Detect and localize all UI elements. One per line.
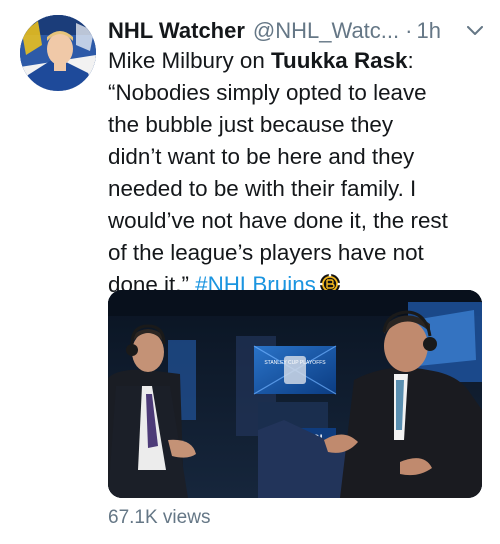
tweet-line: the bubble just because they <box>108 112 394 137</box>
view-count: 67.1K views <box>108 507 211 528</box>
video-media[interactable]: STANLEY CUP PLAYOFFS FOX BL <box>108 290 482 498</box>
chevron-down-icon[interactable] <box>464 20 486 42</box>
tweet-line: needed to be with their family. I <box>108 176 417 201</box>
display-name[interactable]: NHL Watcher <box>108 16 245 46</box>
tweet-line: would’ve not have done it, the rest <box>108 208 448 233</box>
avatar[interactable] <box>20 15 96 91</box>
separator-dot: · <box>405 18 413 43</box>
video-frame: STANLEY CUP PLAYOFFS FOX BL <box>108 290 482 498</box>
player-photo <box>20 15 96 91</box>
tweet-line: Mike Milbury on Tuukka Rask: <box>108 48 414 73</box>
user-handle[interactable]: @NHL_Watc... <box>253 16 399 46</box>
tweet-header: NHL Watcher @NHL_Watc... · 1h <box>108 16 486 46</box>
screen-text: STANLEY CUP PLAYOFFS <box>264 360 326 366</box>
tweet-line: of the league’s players have not <box>108 240 424 265</box>
tweet-line: “Nobodies simply opted to leave <box>108 80 427 105</box>
tweet-line: didn’t want to be here and they <box>108 144 415 169</box>
mention-bold: Tuukka Rask <box>271 48 408 73</box>
tweet-text: Mike Milbury on Tuukka Rask: “Nobodies s… <box>108 45 488 301</box>
timestamp[interactable]: 1h <box>416 16 440 46</box>
